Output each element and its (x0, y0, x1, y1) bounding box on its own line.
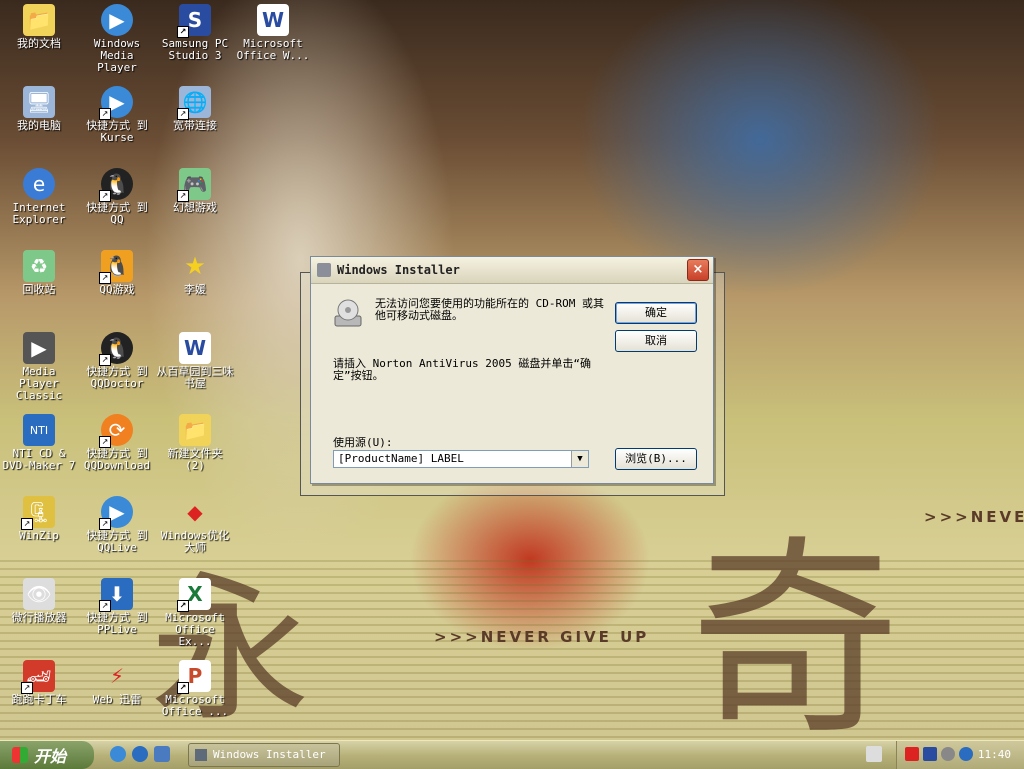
network-icon: 🌐 ↗ (177, 86, 211, 120)
eye-icon: 👁 (23, 578, 55, 610)
desktop: >>>NEVER >>>NEVER GIVE UP 永 奇 📁 我的文档 🖥 我… (0, 0, 1024, 740)
desktop-icon-word-document[interactable]: W 从百草园到三味书屋 (156, 332, 234, 390)
desktop-icon-broadband[interactable]: 🌐 ↗ 宽带连接 (156, 86, 234, 132)
desktop-icon-excel[interactable]: X ↗ Microsoft Office Ex... (156, 578, 234, 648)
dialog-title: Windows Installer (337, 263, 460, 277)
clock: 11:40 (977, 748, 1011, 761)
desktop-icon-kart-rider[interactable]: 🏎 ↗ 跑跑卡丁车 (0, 660, 78, 706)
qq-penguin-icon: 🐧 ↗ (99, 332, 133, 366)
desktop-icon-li-yuan[interactable]: ★ 李媛 (156, 250, 234, 296)
antivirus-tray-icon[interactable] (941, 747, 955, 761)
desktop-icon-my-computer[interactable]: 🖥 我的电脑 (0, 86, 78, 132)
qq-game-icon: 🐧 ↗ (99, 250, 133, 284)
desktop-icon-winzip[interactable]: 🗜 ↗ WinZip (0, 496, 78, 542)
word-icon: W (257, 4, 289, 36)
nti-icon: NTI (23, 414, 55, 446)
thunder-icon: ⚡ (109, 664, 125, 688)
instruction-message: 请插入 Norton AntiVirus 2005 磁盘并单击“确定”按钮。 (333, 357, 591, 382)
ok-button[interactable]: 确定 (615, 302, 697, 324)
desktop-icon-qqdownload[interactable]: ⟳ ↗ 快捷方式 到 QQDownload (78, 414, 156, 472)
thunder-tray-icon[interactable] (905, 747, 919, 761)
recycle-bin-icon: ♻ (23, 250, 55, 282)
start-button[interactable]: 开始 (0, 741, 94, 769)
chevron-down-icon[interactable]: ▼ (571, 451, 588, 467)
desktop-icon-windows-optimizer[interactable]: ◆ Windows优化大师 (156, 496, 234, 554)
folder-icon: 📁 (179, 414, 211, 446)
taskbar-item-label: Windows Installer (213, 748, 326, 761)
samsung-icon: S ↗ (177, 4, 211, 38)
browse-button[interactable]: 浏览(B)... (615, 448, 697, 470)
desktop-icon-office-word[interactable]: W Microsoft Office W... (234, 4, 312, 62)
film-icon: ▶ (23, 332, 55, 364)
error-message: 无法访问您要使用的功能所在的 CD-ROM 或其他可移动式磁盘。 (375, 297, 604, 322)
text-tray-icon[interactable] (923, 747, 937, 761)
source-combobox[interactable]: [ProductName] LABEL ▼ (333, 450, 589, 468)
desktop-icon-fantasy-game[interactable]: 🎮 ↗ 幻想游戏 (156, 168, 234, 214)
volume-tray-icon[interactable] (959, 747, 973, 761)
desktop-icon-windows-media-player[interactable]: ▶ Windows Media Player (78, 4, 156, 74)
desktop-icon-office[interactable]: P ↗ Microsoft Office ... (156, 660, 234, 718)
desktop-icon-qq[interactable]: 🐧 ↗ 快捷方式 到 QQ (78, 168, 156, 226)
excel-icon: X ↗ (177, 578, 211, 612)
source-label: 使用源(U): (333, 436, 393, 449)
desktop-icon-internet-explorer[interactable]: e Internet Explorer (0, 168, 78, 226)
dialog-body: 无法访问您要使用的功能所在的 CD-ROM 或其他可移动式磁盘。 请插入 Nor… (311, 284, 713, 484)
play-icon: ▶ ↗ (99, 496, 133, 530)
system-tray: 11:40 (896, 741, 1024, 769)
wallpaper-glyph-2: 奇 (690, 518, 901, 740)
ie-quicklaunch-icon[interactable] (132, 746, 148, 762)
media-player-icon: ▶ ↗ (99, 86, 133, 120)
winzip-icon: 🗜 ↗ (21, 496, 55, 530)
desktop-icon-kurse[interactable]: ▶ ↗ 快捷方式 到 Kurse (78, 86, 156, 144)
desktop-icon-pplive[interactable]: ⬇ ↗ 快捷方式 到 PPLive (78, 578, 156, 636)
download-arrow-icon: ⬇ ↗ (99, 578, 133, 612)
installer-icon (317, 263, 331, 277)
installer-icon (195, 749, 207, 761)
installer-dialog: Windows Installer × 无法访问您要使用的功能所在的 CD-RO… (310, 256, 714, 484)
media-player-quicklaunch-icon[interactable] (110, 746, 126, 762)
desktop-icon-media-player-classic[interactable]: ▶ Media Player Classic (0, 332, 78, 402)
desktop-icon-web-thunder[interactable]: ⚡ Web 迅雷 (78, 660, 156, 706)
optimizer-icon: ◆ (187, 500, 203, 524)
game-icon: 🎮 ↗ (177, 168, 211, 202)
close-button[interactable]: × (687, 259, 709, 281)
wallpaper-slogan-2: >>>NEVER GIVE UP (434, 628, 650, 646)
kart-icon: 🏎 ↗ (21, 660, 55, 694)
download-icon: ⟳ ↗ (99, 414, 133, 448)
ie-icon: e (23, 168, 55, 200)
computer-icon: 🖥 (23, 86, 55, 118)
start-label: 开始 (34, 747, 67, 766)
qq-penguin-icon: 🐧 ↗ (99, 168, 133, 202)
desktop-icon-my-documents[interactable]: 📁 我的文档 (0, 4, 78, 50)
windows-flag-icon (12, 747, 28, 763)
media-player-icon: ▶ (101, 4, 133, 36)
desktop-icon-qqlive[interactable]: ▶ ↗ 快捷方式 到 QQLive (78, 496, 156, 554)
star-icon: ★ (184, 252, 206, 280)
desktop-icon-qqdoctor[interactable]: 🐧 ↗ 快捷方式 到 QQDoctor (78, 332, 156, 390)
taskbar: 开始 Windows Installer 11:40 (0, 740, 1024, 769)
word-doc-icon: W (179, 332, 211, 364)
powerpoint-icon: P ↗ (177, 660, 211, 694)
desktop-icon-samsung-pc-studio[interactable]: S ↗ Samsung PC Studio 3 (156, 4, 234, 62)
desktop-icon-media-player[interactable]: 👁 微行播放器 (0, 578, 78, 624)
wallpaper-slogan: >>>NEVER (924, 508, 1024, 526)
show-desktop-icon[interactable] (154, 746, 170, 762)
cd-rom-icon (334, 299, 362, 327)
source-value: [ProductName] LABEL (338, 452, 464, 465)
desktop-icon-new-folder[interactable]: 📁 新建文件夹 (2) (156, 414, 234, 472)
desktop-icon-qq-game[interactable]: 🐧 ↗ QQ游戏 (78, 250, 156, 296)
taskbar-item-windows-installer[interactable]: Windows Installer (188, 743, 340, 767)
dialog-titlebar[interactable]: Windows Installer × (311, 257, 713, 284)
keyboard-icon[interactable] (866, 746, 882, 762)
desktop-icon-recycle-bin[interactable]: ♻ 回收站 (0, 250, 78, 296)
desktop-icon-nti-cd-dvd-maker[interactable]: NTI NTI CD & DVD-Maker 7 (0, 414, 78, 472)
folder-icon: 📁 (23, 4, 55, 36)
cancel-button[interactable]: 取消 (615, 330, 697, 352)
